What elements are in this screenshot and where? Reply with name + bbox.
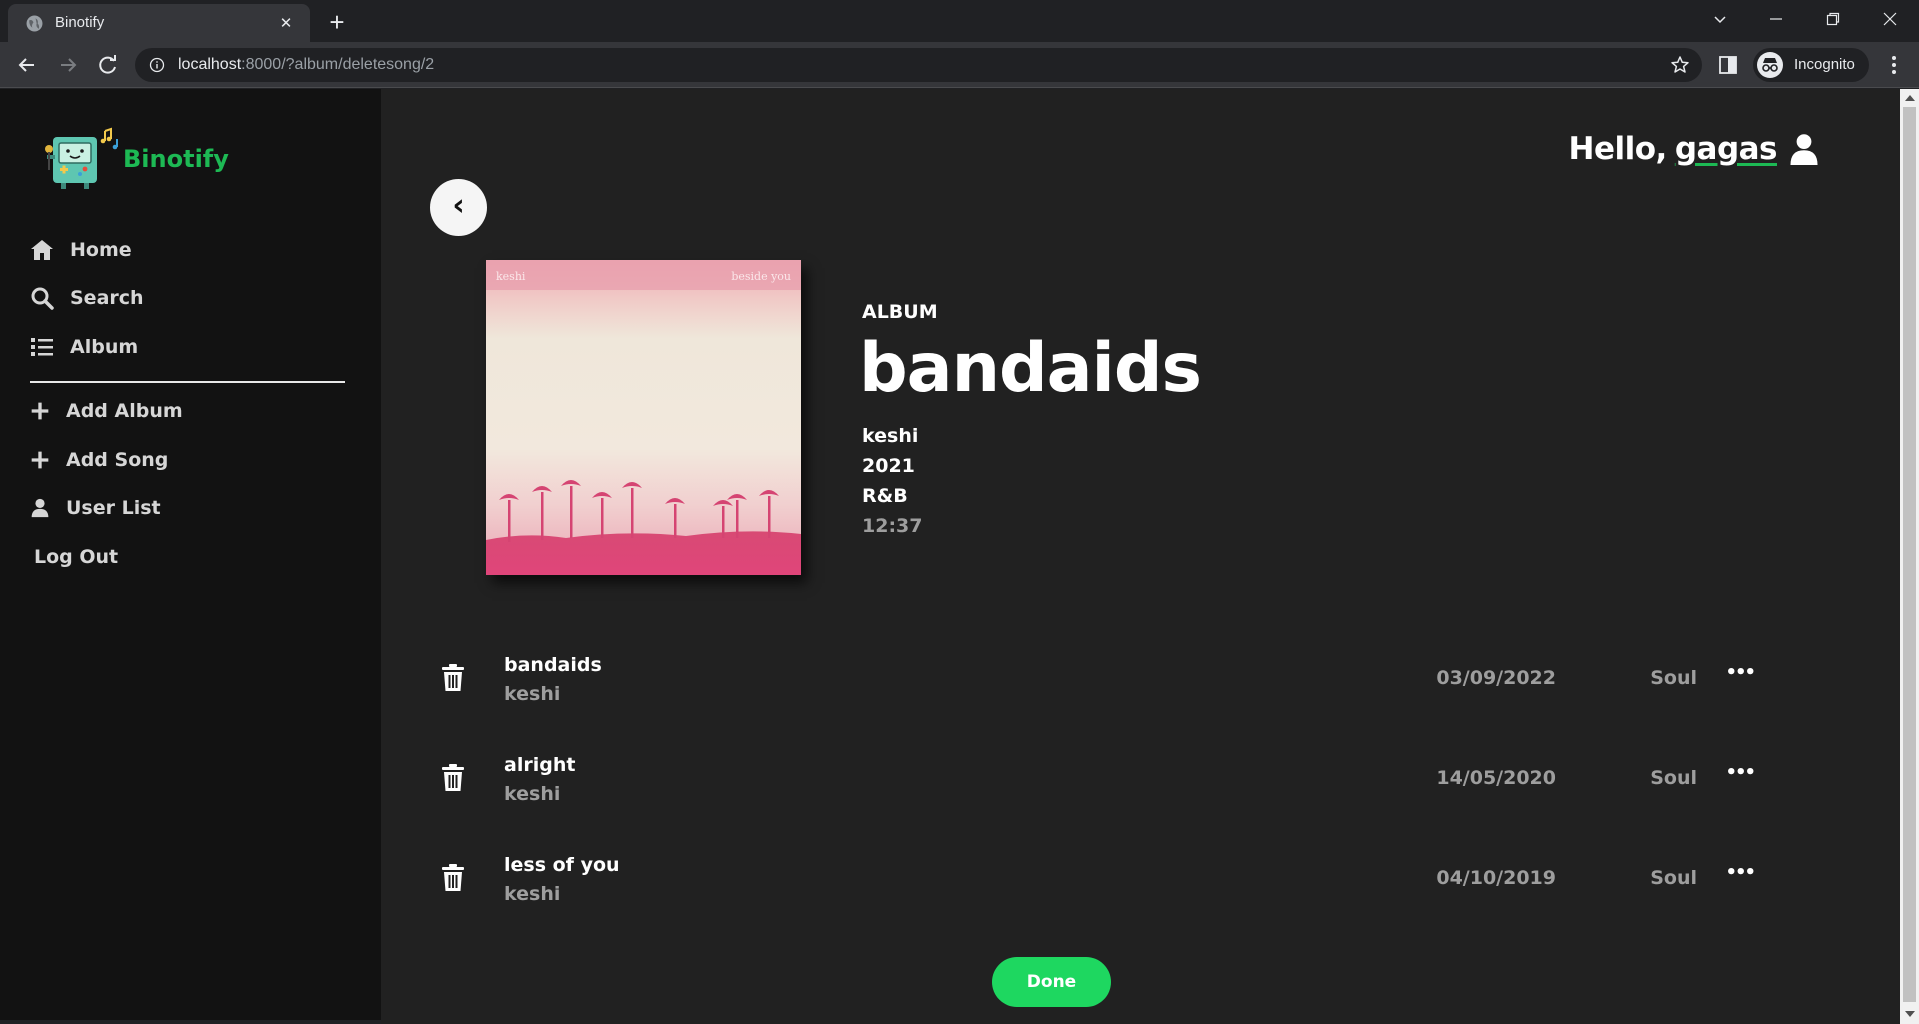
song-date: 03/09/2022 — [1436, 667, 1556, 689]
browser-tab-bar: Binotify ✕ + — [0, 0, 1919, 42]
nav-add-song[interactable]: Add Song — [30, 444, 168, 476]
song-row: bandaids keshi 03/09/2022 Soul ••• — [441, 654, 1841, 724]
album-artist: keshi — [862, 425, 919, 447]
song-date: 04/10/2019 — [1436, 867, 1556, 889]
song-title[interactable]: bandaids — [504, 654, 602, 676]
back-arrow-icon[interactable] — [12, 50, 42, 80]
logo[interactable]: Binotify — [45, 125, 245, 190]
back-button[interactable]: ‹ — [430, 179, 487, 236]
incognito-icon — [1757, 52, 1783, 78]
restore-icon[interactable] — [1813, 6, 1853, 36]
song-genre: Soul — [1650, 767, 1697, 789]
plus-icon — [31, 402, 49, 420]
search-icon — [31, 287, 54, 310]
logo-text: Binotify — [123, 145, 229, 173]
url-host: localhost — [178, 56, 242, 73]
song-genre: Soul — [1650, 867, 1697, 889]
nav-user-list[interactable]: User List — [30, 492, 161, 524]
reload-icon[interactable] — [93, 50, 123, 80]
more-options-icon[interactable]: ••• — [1725, 762, 1755, 783]
main-content: Hello, gagas ‹ keshi beside you ALBUM ba… — [381, 89, 1900, 1024]
nav-album[interactable]: Album — [30, 331, 138, 363]
site-info-icon[interactable] — [149, 57, 165, 73]
more-options-icon[interactable]: ••• — [1725, 862, 1755, 883]
song-date: 14/05/2020 — [1436, 767, 1556, 789]
nav-divider — [30, 381, 345, 383]
new-tab-button[interactable]: + — [322, 8, 352, 38]
bmo-mascot-icon — [45, 127, 118, 189]
done-button[interactable]: Done — [992, 957, 1111, 1007]
nav-add-song-label: Add Song — [66, 449, 169, 471]
tab-search-icon[interactable] — [1700, 6, 1740, 36]
album-cover: keshi beside you — [486, 260, 801, 575]
nav-log-out-label: Log Out — [34, 546, 119, 568]
browser-toolbar: localhost:8000/?album/deletesong/2 Incog… — [0, 42, 1919, 88]
tab-close-icon[interactable]: ✕ — [276, 13, 296, 33]
forward-arrow-icon[interactable] — [53, 50, 83, 80]
username[interactable]: gagas — [1675, 131, 1778, 167]
nav-log-out[interactable]: Log Out — [34, 541, 118, 573]
page-scrollbar[interactable] — [1900, 89, 1919, 1024]
side-panel-icon[interactable] — [1718, 55, 1738, 75]
song-title[interactable]: less of you — [504, 854, 620, 876]
tab-title: Binotify — [55, 14, 105, 31]
nav-album-label: Album — [70, 336, 139, 358]
browser-menu-icon[interactable] — [1884, 54, 1904, 76]
url-text: localhost:8000/?album/deletesong/2 — [178, 56, 434, 74]
nav-home[interactable]: Home — [30, 234, 132, 266]
song-genre: Soul — [1650, 667, 1697, 689]
sidebar: Binotify Home Search Album Add Album Add… — [0, 89, 381, 1020]
album-genre: R&B — [862, 485, 908, 507]
home-icon — [31, 240, 53, 260]
incognito-label: Incognito — [1794, 56, 1855, 73]
bookmark-star-icon[interactable] — [1670, 55, 1690, 75]
more-options-icon[interactable]: ••• — [1725, 662, 1755, 683]
trash-icon[interactable] — [441, 664, 465, 692]
song-title[interactable]: alright — [504, 754, 575, 776]
app-root: Binotify Home Search Album Add Album Add… — [0, 89, 1900, 1024]
album-title: bandaids — [859, 329, 1202, 408]
scroll-down-icon[interactable] — [1905, 1011, 1915, 1017]
cover-title-text: beside you — [731, 270, 791, 283]
song-row: alright keshi 14/05/2020 Soul ••• — [441, 754, 1841, 824]
album-cover-art: keshi beside you — [486, 260, 801, 575]
user-icon[interactable] — [1789, 133, 1819, 165]
nav-user-list-label: User List — [66, 497, 161, 519]
nav-home-label: Home — [70, 239, 132, 261]
globe-icon — [26, 15, 43, 32]
album-duration: 12:37 — [862, 515, 923, 537]
cover-artist-text: keshi — [496, 270, 526, 283]
nav-add-album-label: Add Album — [66, 400, 183, 422]
incognito-profile-button[interactable]: Incognito — [1753, 48, 1869, 82]
scroll-thumb[interactable] — [1903, 107, 1916, 1002]
user-greeting: Hello, gagas — [1569, 131, 1819, 167]
album-year: 2021 — [862, 455, 915, 477]
url-path: :8000/?album/deletesong/2 — [241, 56, 435, 73]
nav-search[interactable]: Search — [30, 282, 144, 314]
close-window-icon[interactable] — [1870, 6, 1910, 36]
minimize-icon[interactable] — [1756, 6, 1796, 36]
address-bar[interactable]: localhost:8000/?album/deletesong/2 — [135, 48, 1702, 82]
greeting-text: Hello, — [1568, 131, 1668, 167]
album-type-label: ALBUM — [862, 301, 938, 323]
song-artist: keshi — [504, 683, 561, 705]
scroll-up-icon[interactable] — [1905, 95, 1915, 101]
song-row: less of you keshi 04/10/2019 Soul ••• — [441, 854, 1841, 924]
user-icon — [31, 498, 49, 518]
trash-icon[interactable] — [441, 864, 465, 892]
song-artist: keshi — [504, 783, 561, 805]
trash-icon[interactable] — [441, 764, 465, 792]
browser-tab[interactable]: Binotify ✕ — [8, 4, 310, 42]
plus-icon — [31, 451, 49, 469]
list-icon — [31, 338, 53, 356]
nav-add-album[interactable]: Add Album — [30, 395, 183, 427]
song-artist: keshi — [504, 883, 561, 905]
nav-search-label: Search — [70, 287, 144, 309]
